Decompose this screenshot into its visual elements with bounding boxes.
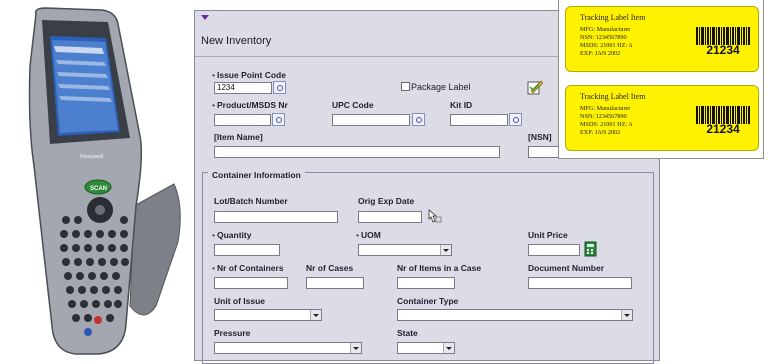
nr-of-containers-label: • Nr of Containers (212, 263, 284, 273)
container-type-label: Container Type (397, 296, 459, 306)
label-line: MFG: Manufacturer (580, 105, 631, 112)
nr-of-cases-label: Nr of Cases (306, 263, 354, 273)
nr-items-in-case-input[interactable] (397, 277, 455, 289)
unit-of-issue-label: Unit of Issue (214, 296, 266, 306)
orig-exp-date-label: Orig Exp Date (358, 196, 415, 206)
package-label-checkbox[interactable] (401, 82, 410, 91)
label-line: EXP: JAN 2002 (580, 129, 621, 136)
upc-code-input[interactable] (332, 114, 410, 126)
product-msds-input[interactable] (214, 114, 271, 126)
item-name-input[interactable] (214, 146, 500, 158)
container-type-select[interactable] (397, 309, 633, 321)
chevron-down-icon[interactable] (310, 310, 321, 320)
document-number-label: Document Number (528, 263, 605, 273)
tracking-label-title: Tracking Label Item (580, 92, 646, 101)
issue-point-code-input[interactable]: 1234 (214, 82, 272, 94)
lot-batch-label: Lot/Batch Number (214, 196, 288, 206)
issue-point-lookup-icon[interactable] (273, 81, 286, 94)
unit-price-label: Unit Price (528, 230, 568, 240)
barcode-number: 21234 (706, 122, 740, 136)
container-information-legend: Container Information (208, 170, 305, 180)
edit-note-icon[interactable] (527, 79, 543, 95)
chevron-down-icon[interactable] (621, 310, 632, 320)
orig-exp-date-input[interactable] (358, 211, 422, 223)
label-line: EXP: JAN 2002 (580, 50, 621, 57)
label-line: NSN: 1234567890 (580, 34, 627, 41)
label-line: NSN: 1234567890 (580, 113, 627, 120)
kit-id-input[interactable] (450, 114, 508, 126)
unit-of-issue-select[interactable] (214, 309, 322, 321)
pressure-select[interactable] (214, 342, 362, 354)
upc-lookup-icon[interactable] (412, 113, 425, 126)
lot-batch-input[interactable] (214, 211, 338, 223)
barcode-number: 21234 (706, 43, 740, 57)
tracking-label-card: Tracking Label Item MFG: Manufacturer NS… (565, 6, 759, 72)
unit-price-input[interactable] (528, 244, 580, 256)
product-lookup-icon[interactable] (272, 113, 285, 126)
nsn-label: [NSN] (528, 132, 552, 142)
issue-point-code-label: • Issue Point Code (212, 70, 286, 80)
nr-of-cases-input[interactable] (306, 277, 364, 289)
label-line: MSDS: 21001 HZ: A (580, 121, 633, 128)
uom-select[interactable] (358, 244, 452, 256)
tracking-label-card: Tracking Label Item MFG: Manufacturer NS… (565, 85, 759, 151)
scan-key-text: SCAN (90, 186, 107, 192)
calendar-hand-cursor-icon[interactable] (426, 208, 442, 224)
calculator-icon[interactable] (584, 241, 598, 257)
chevron-down-icon[interactable] (443, 343, 454, 353)
pressure-label: Pressure (214, 328, 251, 338)
uom-label: • UOM (356, 230, 381, 240)
document-number-input[interactable] (528, 277, 632, 289)
product-msds-label: • Product/MSDS Nr (212, 100, 288, 110)
handheld-scanner-device: Honeywell SCAN (6, 6, 184, 358)
label-line: MFG: Manufacturer (580, 26, 631, 33)
quantity-label: • Quantity (212, 230, 252, 240)
nr-items-in-case-label: Nr of Items in a Case (397, 263, 482, 273)
kit-id-label: Kit ID (450, 100, 473, 110)
item-name-label: [Item Name] (214, 132, 263, 142)
chevron-down-icon[interactable] (350, 343, 361, 353)
tracking-label-title: Tracking Label Item (580, 13, 646, 22)
device-brand-text: Honeywell (80, 154, 103, 160)
label-line: MSDS: 21001 HZ: A (580, 42, 633, 49)
package-label-text: Package Label (411, 82, 471, 92)
kit-lookup-icon[interactable] (509, 113, 522, 126)
state-label: State (397, 328, 418, 338)
tracking-labels-panel: Tracking Label Item MFG: Manufacturer NS… (558, 0, 764, 159)
nr-of-containers-input[interactable] (214, 277, 288, 289)
upc-code-label: UPC Code (332, 100, 374, 110)
quantity-input[interactable] (214, 244, 280, 256)
collapse-arrow-icon[interactable] (201, 15, 209, 20)
page-title: New Inventory (201, 35, 272, 47)
chevron-down-icon[interactable] (440, 245, 451, 255)
state-select[interactable] (397, 342, 455, 354)
